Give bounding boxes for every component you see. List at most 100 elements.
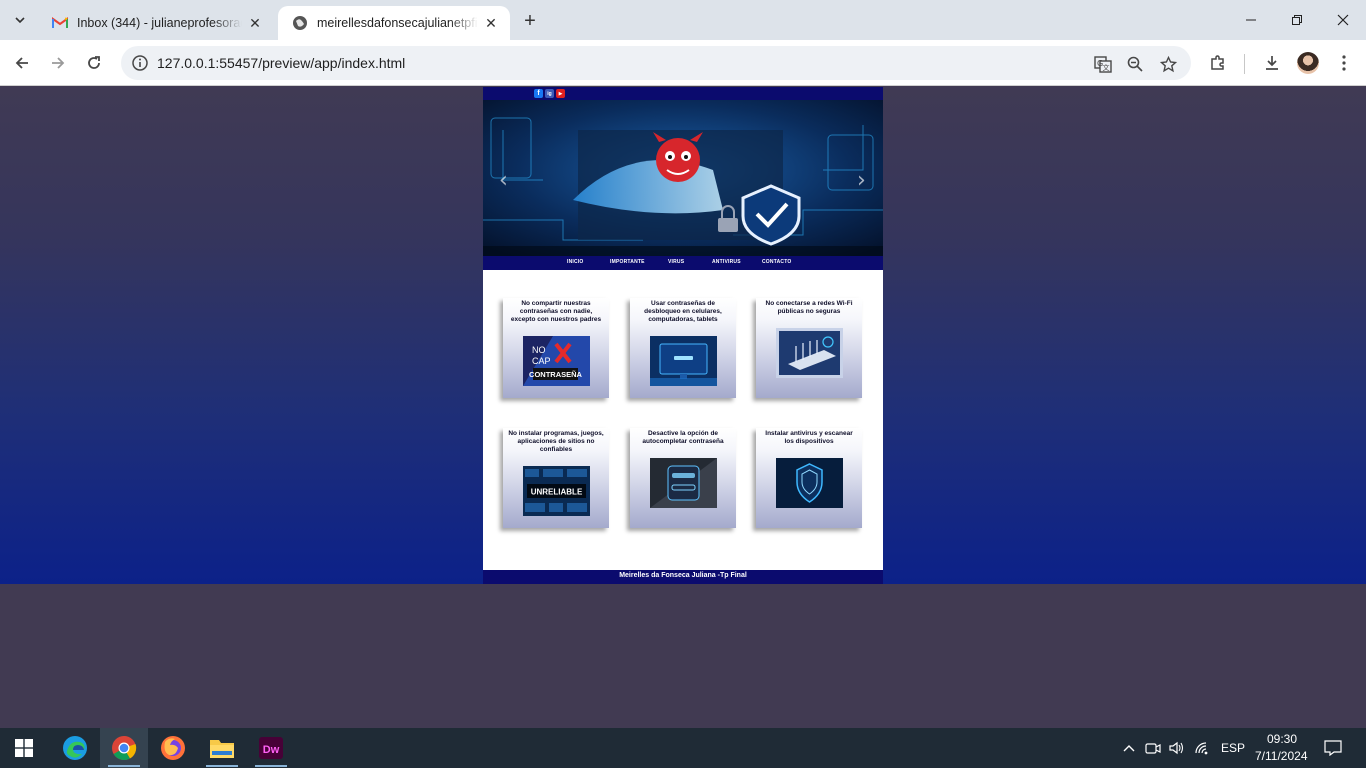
download-icon (1266, 56, 1278, 70)
folder-icon (210, 740, 234, 758)
url-text: 127.0.0.1:55457/preview/app/index.html (157, 55, 406, 71)
language-indicator[interactable]: ESP (1221, 741, 1245, 755)
site-navbar: INICIO IMPORTANTE VIRUS ANTIVIRUS CONTAC… (483, 256, 883, 270)
info-icon[interactable] (131, 54, 149, 72)
facebook-icon[interactable]: f (534, 89, 543, 98)
card-image-unreliable: UNRELIABLE (523, 466, 590, 516)
forward-button[interactable] (44, 49, 72, 77)
firefox-icon (161, 736, 185, 760)
card-image-autocomplete (650, 458, 717, 508)
card-image-caption: NO (532, 345, 546, 355)
tip-card: No conectarse a redes Wi-Fi públicas no … (756, 298, 862, 398)
nav-importante[interactable]: IMPORTANTE (610, 259, 645, 265)
camera-icon[interactable] (1143, 738, 1163, 758)
translate-icon[interactable]: G文 (1092, 53, 1114, 75)
nav-contacto[interactable]: CONTACTO (762, 259, 791, 265)
tip-card: No instalar programas, juegos, aplicacio… (503, 428, 609, 528)
taskbar-firefox[interactable] (149, 728, 197, 768)
svg-text:Dw: Dw (263, 744, 280, 756)
carousel-next-icon[interactable]: › (857, 168, 866, 193)
reload-icon (88, 56, 100, 69)
instagram-icon[interactable]: ig (545, 89, 554, 98)
card-title: Desactive la opción de autocompletar con… (642, 430, 724, 445)
social-bar: f ig ▶ (483, 87, 883, 100)
taskbar-edge[interactable] (51, 728, 99, 768)
tip-card: No compartir nuestras contraseñas con na… (503, 298, 609, 398)
restore-button[interactable] (1274, 0, 1320, 40)
gmail-icon (52, 15, 68, 31)
dreamweaver-icon: Dw (259, 737, 283, 759)
bookmark-star-icon[interactable] (1157, 53, 1179, 75)
tab-strip: Inbox (344) - julianeprofesorado@gmail.c… (0, 0, 1366, 40)
clock-date[interactable]: 7/11/2024 (1255, 749, 1308, 763)
nav-virus[interactable]: VIRUS (668, 259, 684, 265)
edge-icon (63, 736, 87, 760)
windows-icon (15, 739, 33, 757)
restore-icon (1292, 15, 1302, 25)
card-title: No compartir nuestras contraseñas con na… (510, 300, 602, 323)
globe-icon (292, 15, 308, 31)
back-button[interactable] (8, 49, 36, 77)
address-bar[interactable]: 127.0.0.1:55457/preview/app/index.html G… (121, 46, 1191, 80)
browser-toolbar: 127.0.0.1:55457/preview/app/index.html G… (0, 40, 1366, 86)
menu-button[interactable] (1330, 49, 1358, 77)
volume-icon[interactable] (1167, 738, 1187, 758)
active-indicator (108, 765, 140, 767)
taskbar-dreamweaver[interactable]: Dw (247, 728, 295, 768)
close-icon[interactable]: ✕ (246, 14, 264, 32)
zoom-icon[interactable] (1124, 53, 1146, 75)
toolbar-separator (1244, 54, 1245, 74)
chrome-icon (112, 736, 137, 761)
carousel-prev-icon[interactable]: ‹ (499, 168, 508, 193)
card-image-lock-screen (650, 336, 717, 386)
card-image-no-compartir: CONTRASEÑA NO CAP (523, 336, 590, 386)
nav-antivirus[interactable]: ANTIVIRUS (712, 259, 741, 265)
taskbar: Dw ESP 09:30 7/11/2024 (0, 728, 1366, 768)
tab-title: Inbox (344) - julianeprofesorado@gmail.c… (77, 16, 242, 30)
card-title: Instalar antivirus y escanear los dispos… (765, 430, 853, 445)
card-title: Usar contraseñas de desbloqueo en celula… (644, 300, 722, 323)
card-image-caption: CAP (532, 356, 551, 366)
reload-button[interactable] (80, 49, 108, 77)
tab-site[interactable]: meirellesdafonsecajulianetpfinal ✕ (278, 6, 510, 40)
notification-icon[interactable] (1323, 738, 1343, 758)
tab-gmail[interactable]: Inbox (344) - julianeprofesorado@gmail.c… (38, 6, 274, 40)
profile-avatar[interactable] (1297, 52, 1319, 74)
svg-text:文: 文 (1103, 63, 1110, 72)
tip-card: Desactive la opción de autocompletar con… (630, 428, 736, 528)
taskbar-file-explorer[interactable] (198, 728, 246, 768)
minimize-button[interactable] (1228, 0, 1274, 40)
card-title: No instalar programas, juegos, aplicacio… (508, 430, 604, 453)
tip-card: Instalar antivirus y escanear los dispos… (756, 428, 862, 528)
tip-card: Usar contraseñas de desbloqueo en celula… (630, 298, 736, 398)
chevron-up-icon[interactable] (1119, 738, 1139, 758)
active-indicator (255, 765, 287, 767)
more-vertical-icon (1342, 55, 1346, 71)
card-image-caption: UNRELIABLE (531, 488, 583, 497)
wifi-icon[interactable] (1192, 738, 1212, 758)
hero-image-cybersecurity (483, 100, 883, 256)
footer-text: Meirelles da Fonseca Juliana -Tp Final (619, 572, 747, 579)
taskbar-chrome[interactable] (100, 728, 148, 768)
close-icon[interactable]: ✕ (482, 14, 500, 32)
extensions-button[interactable] (1204, 49, 1232, 77)
new-tab-button[interactable]: + (518, 9, 542, 33)
puzzle-icon (1211, 55, 1224, 70)
site-footer: Meirelles da Fonseca Juliana -Tp Final (483, 570, 883, 584)
page-viewport: f ig ▶ ‹ › INICIO IMPORTANTE VIRUS ANTIV… (0, 87, 1366, 728)
start-button[interactable] (0, 728, 48, 768)
arrow-left-icon (15, 57, 28, 69)
card-image-wifi-router (776, 328, 843, 378)
youtube-icon[interactable]: ▶ (556, 89, 565, 98)
close-icon (1337, 14, 1349, 26)
site-container: f ig ▶ ‹ › INICIO IMPORTANTE VIRUS ANTIV… (483, 87, 883, 584)
chevron-down-icon (15, 17, 25, 24)
clock-time[interactable]: 09:30 (1267, 732, 1297, 746)
tab-search-button[interactable] (8, 8, 32, 32)
card-title: No conectarse a redes Wi-Fi públicas no … (765, 300, 853, 315)
close-window-button[interactable] (1320, 0, 1366, 40)
downloads-button[interactable] (1258, 49, 1286, 77)
minimize-icon (1246, 19, 1256, 21)
nav-inicio[interactable]: INICIO (567, 259, 583, 265)
active-indicator (206, 765, 238, 767)
